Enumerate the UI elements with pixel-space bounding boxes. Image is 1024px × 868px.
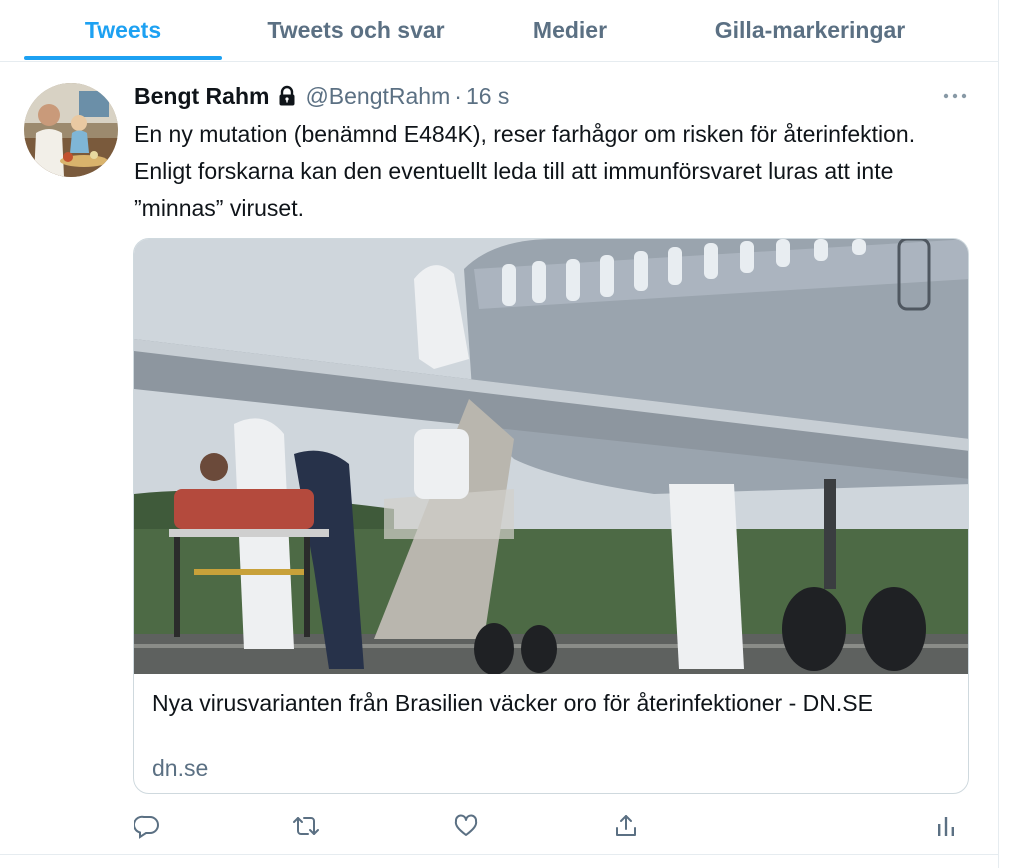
separator-dot: ·	[454, 82, 462, 109]
active-tab-indicator	[24, 56, 222, 60]
lock-icon	[276, 85, 298, 107]
column-border	[998, 0, 999, 868]
analytics-icon[interactable]	[930, 810, 962, 842]
tweet-timestamp[interactable]: 16 s	[466, 83, 509, 110]
tweet-text: En ny mutation (benämnd E484K), reser fa…	[134, 121, 916, 221]
card-domain: dn.se	[152, 755, 209, 781]
author-handle[interactable]: @BengtRahm	[305, 83, 450, 110]
tab-tweets-and-replies[interactable]: Tweets och svar	[238, 0, 474, 61]
tweet-header: Bengt Rahm @BengtRahm · 16 s	[134, 80, 509, 112]
card-image	[134, 239, 968, 675]
more-options-icon[interactable]	[938, 82, 972, 110]
avatar[interactable]	[24, 83, 118, 177]
author-name[interactable]: Bengt Rahm	[134, 83, 269, 110]
tab-likes[interactable]: Gilla-markeringar	[680, 0, 940, 61]
tweet-divider	[0, 854, 998, 855]
profile-tabs: Tweets Tweets och svar Medier Gilla-mark…	[0, 0, 998, 62]
like-icon[interactable]	[450, 810, 482, 842]
share-icon[interactable]	[610, 810, 642, 842]
tab-media[interactable]: Medier	[504, 0, 636, 61]
retweet-icon[interactable]	[290, 810, 322, 842]
tab-tweets[interactable]: Tweets	[24, 0, 222, 61]
reply-icon[interactable]	[131, 810, 163, 842]
link-card[interactable]: Nya virusvarianten från Brasilien väcker…	[133, 238, 969, 794]
tweet[interactable]: Bengt Rahm @BengtRahm · 16 s En ny mutat…	[0, 62, 998, 854]
card-title[interactable]: Nya virusvarianten från Brasilien väcker…	[152, 687, 942, 719]
tweet-actions	[0, 804, 998, 848]
